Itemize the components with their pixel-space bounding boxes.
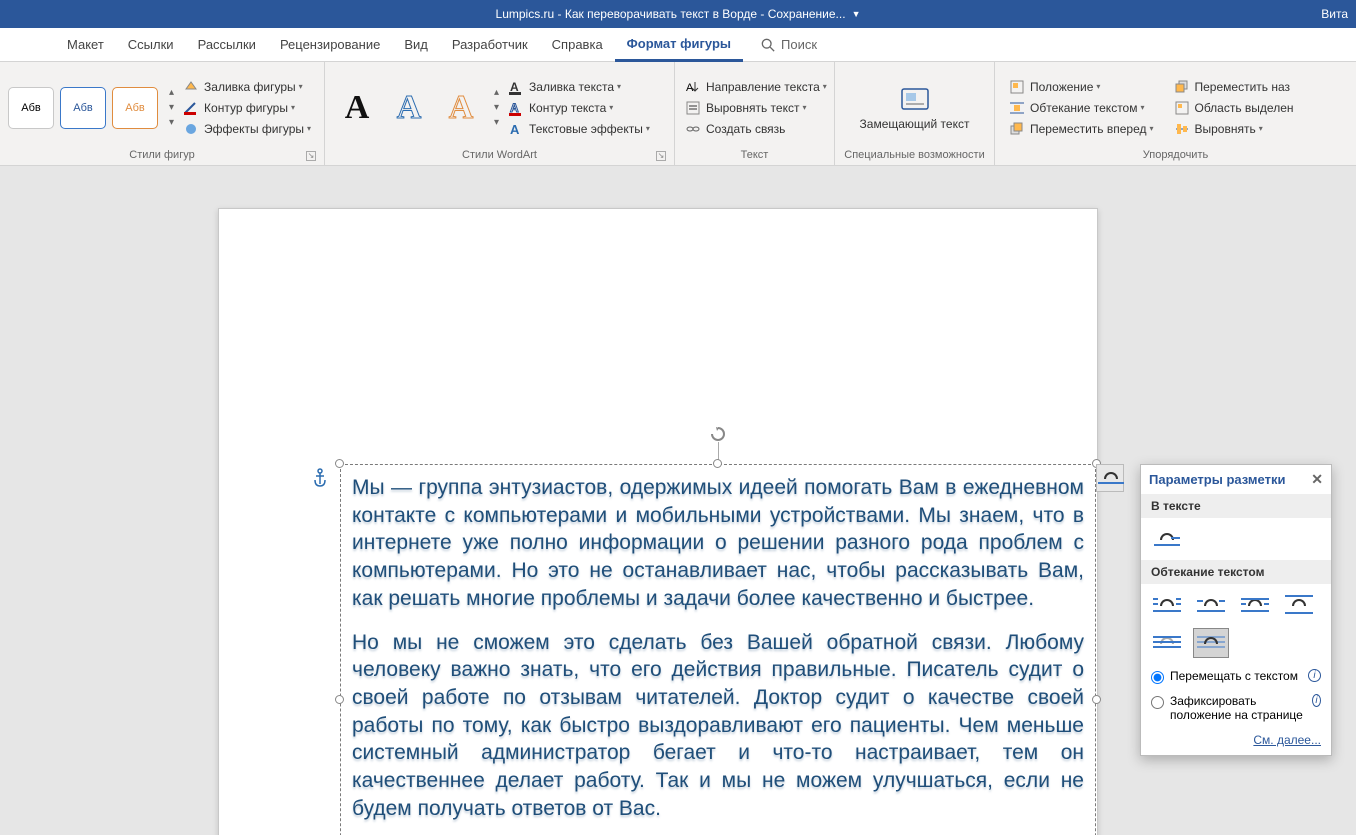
wrap-inline[interactable] [1149,524,1185,554]
dialog-launcher-icon[interactable]: ↘ [656,151,666,161]
text-box[interactable]: Мы — группа энтузиастов, одержимых идеей… [340,464,1096,835]
create-link-button[interactable]: Создать связь [685,121,827,137]
group-label-wordart: Стили WordArt [462,149,537,161]
text-effects-button[interactable]: AТекстовые эффекты▾ [508,121,650,137]
info-icon[interactable]: i [1312,694,1321,707]
resize-handle[interactable] [335,459,344,468]
shape-preset-1[interactable]: Абв [8,87,54,129]
tab-layout[interactable]: Макет [55,28,116,62]
wrap-infront[interactable] [1193,628,1229,658]
search-icon [761,38,775,52]
layout-popup-title: Параметры разметки [1149,472,1285,487]
group-label-shape-styles: Стили фигур [129,149,194,161]
wrap-topbottom[interactable] [1281,590,1317,620]
tab-review[interactable]: Рецензирование [268,28,392,62]
wordart-preset-1[interactable]: A [333,84,381,132]
close-icon[interactable]: ✕ [1311,471,1323,488]
group-label-accessibility: Специальные возможности [843,149,986,163]
group-label-arrange: Упорядочить [1003,149,1348,163]
shape-preset-3[interactable]: Абв [112,87,158,129]
tab-developer[interactable]: Разработчик [440,28,540,62]
wordart-gallery-more[interactable]: ▾ [491,116,502,129]
resize-handle[interactable] [335,695,344,704]
wordart-gallery-up[interactable]: ▴ [491,86,502,99]
wrap-square[interactable] [1149,590,1185,620]
shape-fill-button[interactable]: Заливка фигуры▾ [183,79,311,95]
anchor-icon [312,468,328,488]
svg-text:A: A [510,101,519,115]
svg-text:А: А [686,82,694,94]
wordart-preset-2[interactable]: A [385,84,433,132]
position-button[interactable]: Положение▾ [1009,79,1154,95]
user-name[interactable]: Вита [1321,7,1348,21]
layout-section-inline: В тексте [1141,494,1331,518]
group-label-text: Текст [683,149,826,163]
paragraph-2: Но мы не сможем это сделать без Вашей об… [352,629,1084,823]
text-outline-button[interactable]: AКонтур текста▾ [508,100,650,116]
text-direction-button[interactable]: АНаправление текста▾ [685,79,827,95]
resize-handle[interactable] [713,459,722,468]
send-backward-button[interactable]: Переместить наз [1174,79,1294,95]
tab-view[interactable]: Вид [392,28,440,62]
dialog-launcher-icon[interactable]: ↘ [306,151,316,161]
document-area[interactable]: Мы — группа энтузиастов, одержимых идеей… [0,166,1356,835]
layout-options-popup: Параметры разметки ✕ В тексте Обтекание … [1140,464,1332,756]
radio-move-with-text[interactable]: Перемещать с текстомi [1141,664,1331,689]
text-box-content[interactable]: Мы — группа энтузиастов, одержимых идеей… [352,474,1084,835]
ribbon: Абв Абв Абв ▴ ▾ ▾ Заливка фигуры▾ Контур… [0,62,1356,166]
wrap-through[interactable] [1237,590,1273,620]
resize-handle[interactable] [1092,695,1101,704]
tab-shape-format[interactable]: Формат фигуры [615,28,743,62]
wordart-gallery-down[interactable]: ▾ [491,101,502,114]
shape-gallery-up[interactable]: ▴ [166,86,177,99]
tab-help[interactable]: Справка [540,28,615,62]
search-box[interactable]: Поиск [761,37,817,52]
svg-text:A: A [510,122,520,137]
tab-mailings[interactable]: Рассылки [186,28,268,62]
selection-pane-button[interactable]: Область выделен [1174,100,1294,116]
see-more-link[interactable]: См. далее... [1141,727,1331,755]
svg-text:A: A [510,80,519,94]
ribbon-tabs: Макет Ссылки Рассылки Рецензирование Вид… [0,28,1356,62]
layout-section-wrap: Обтекание текстом [1141,560,1331,584]
shape-outline-button[interactable]: Контур фигуры▾ [183,100,311,116]
alt-text-icon [899,85,931,113]
title-bar: Lumpics.ru - Как переворачивать текст в … [0,0,1356,28]
align-text-button[interactable]: Выровнять текст▾ [685,100,827,116]
shape-effects-button[interactable]: Эффекты фигуры▾ [183,121,311,137]
alt-text-button[interactable]: Замещающий текст [860,85,970,131]
wrap-behind[interactable] [1149,628,1185,658]
shape-gallery-down[interactable]: ▾ [166,101,177,114]
text-fill-button[interactable]: AЗаливка текста▾ [508,79,650,95]
shape-gallery-more[interactable]: ▾ [166,116,177,129]
layout-options-button[interactable] [1096,464,1124,492]
info-icon[interactable]: i [1308,669,1321,682]
align-button[interactable]: Выровнять▾ [1174,121,1294,137]
rotate-handle-icon[interactable] [710,426,726,442]
wordart-preset-3[interactable]: A [437,84,485,132]
bring-forward-button[interactable]: Переместить вперед▾ [1009,121,1154,137]
document-title: Lumpics.ru - Как переворачивать текст в … [496,7,846,21]
wrap-tight[interactable] [1193,590,1229,620]
paragraph-1: Мы — группа энтузиастов, одержимых идеей… [352,474,1084,613]
shape-preset-2[interactable]: Абв [60,87,106,129]
radio-fix-on-page[interactable]: Зафиксировать положение на страницеi [1141,689,1331,727]
title-dropdown-icon[interactable]: ▼ [852,9,861,19]
tab-references[interactable]: Ссылки [116,28,186,62]
search-label: Поиск [781,37,817,52]
wrap-text-button[interactable]: Обтекание текстом▾ [1009,100,1154,116]
